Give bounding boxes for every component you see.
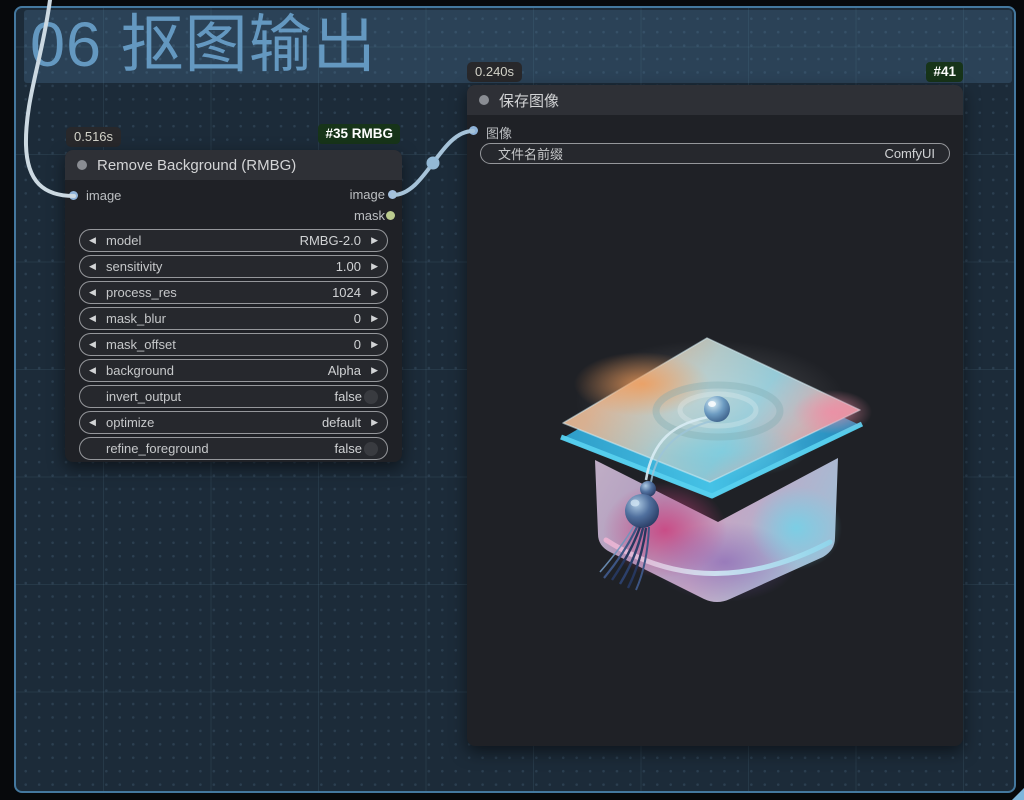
combo-prev-icon[interactable]: ◀ xyxy=(89,365,100,376)
widget-value: Alpha xyxy=(327,363,361,378)
toggle-knob-icon[interactable] xyxy=(364,441,378,456)
combo-prev-icon[interactable]: ◀ xyxy=(89,339,100,350)
combo-prev-icon[interactable]: ◀ xyxy=(89,235,100,246)
save-id-badge: #41 xyxy=(926,62,963,82)
save-node-header[interactable]: 保存图像 xyxy=(467,85,963,115)
widget-label: mask_blur xyxy=(106,311,166,326)
widget-value: false xyxy=(334,441,362,456)
input-label-image: image xyxy=(86,188,122,203)
rmbg-timing-tag: 0.516s xyxy=(66,127,122,147)
combo-prev-icon[interactable]: ◀ xyxy=(89,287,100,298)
widget-label: mask_offset xyxy=(106,337,176,352)
rmbg-node-title: Remove Background (RMBG) xyxy=(97,156,297,174)
widget-value: ComfyUI xyxy=(884,146,935,161)
widget-invert-output[interactable]: invert_output false xyxy=(79,385,388,408)
node-save-image[interactable]: 保存图像 图像 文件名前缀 ComfyUI xyxy=(467,85,963,746)
collapse-dot-icon[interactable] xyxy=(77,160,87,170)
widget-optimize[interactable]: ◀ optimize default ▶ xyxy=(79,411,388,434)
input-port-image[interactable] xyxy=(469,126,478,135)
combo-next-icon[interactable]: ▶ xyxy=(367,365,378,376)
widget-label: invert_output xyxy=(106,389,182,404)
widget-value: RMBG-2.0 xyxy=(299,233,361,248)
widget-label: refine_foreground xyxy=(106,441,209,456)
widget-refine-foreground[interactable]: refine_foreground false xyxy=(79,437,388,460)
image-preview-graduation-cap xyxy=(560,337,872,602)
combo-prev-icon[interactable]: ◀ xyxy=(89,417,100,428)
combo-next-icon[interactable]: ▶ xyxy=(367,417,378,428)
group-title: 06 抠图输出 xyxy=(30,10,377,80)
node-remove-background[interactable]: Remove Background (RMBG) image image mas… xyxy=(65,150,402,462)
widget-sensitivity[interactable]: ◀ sensitivity 1.00 ▶ xyxy=(79,255,388,278)
widget-background[interactable]: ◀ background Alpha ▶ xyxy=(79,359,388,382)
widget-mask-offset[interactable]: ◀ mask_offset 0 ▶ xyxy=(79,333,388,356)
combo-next-icon[interactable]: ▶ xyxy=(367,313,378,324)
combo-next-icon[interactable]: ▶ xyxy=(367,339,378,350)
combo-next-icon[interactable]: ▶ xyxy=(367,235,378,246)
widget-value: false xyxy=(334,389,362,404)
save-timing-tag: 0.240s xyxy=(467,62,523,82)
widget-label: 文件名前缀 xyxy=(498,147,564,162)
output-port-mask[interactable] xyxy=(386,211,395,220)
widget-label: process_res xyxy=(106,285,177,300)
toggle-knob-icon[interactable] xyxy=(364,389,378,404)
save-node-title: 保存图像 xyxy=(499,92,560,110)
widget-label: model xyxy=(106,233,142,248)
combo-next-icon[interactable]: ▶ xyxy=(367,261,378,272)
output-label-mask: mask xyxy=(353,208,385,223)
workflow-canvas[interactable]: 06 抠图输出 0.516s #35 RMBG Remove Backgroun… xyxy=(0,0,1024,800)
input-label-image: 图像 xyxy=(486,126,513,141)
widget-model[interactable]: ◀ model RMBG-2.0 ▶ xyxy=(79,229,388,252)
rmbg-node-header[interactable]: Remove Background (RMBG) xyxy=(65,150,402,180)
widget-value: 1024 xyxy=(332,285,361,300)
canvas-corner-grip[interactable] xyxy=(1012,780,1024,800)
output-label-image: image xyxy=(349,187,385,202)
widget-value: 1.00 xyxy=(335,259,361,274)
rmbg-id-badge: #35 RMBG xyxy=(318,124,400,144)
combo-prev-icon[interactable]: ◀ xyxy=(89,261,100,272)
widget-label: background xyxy=(106,363,174,378)
output-port-image[interactable] xyxy=(388,190,397,199)
widget-label: optimize xyxy=(106,415,155,430)
combo-prev-icon[interactable]: ◀ xyxy=(89,313,100,324)
widget-value: default xyxy=(321,415,361,430)
combo-next-icon[interactable]: ▶ xyxy=(367,287,378,298)
widget-value: 0 xyxy=(353,337,361,352)
widget-process-res[interactable]: ◀ process_res 1024 ▶ xyxy=(79,281,388,304)
widget-value: 0 xyxy=(353,311,361,326)
widget-filename-prefix[interactable]: 文件名前缀 ComfyUI xyxy=(480,143,950,164)
input-port-image[interactable] xyxy=(69,191,78,200)
collapse-dot-icon[interactable] xyxy=(479,95,489,105)
widget-label: sensitivity xyxy=(106,259,163,274)
widget-mask-blur[interactable]: ◀ mask_blur 0 ▶ xyxy=(79,307,388,330)
rmbg-widgets: ◀ model RMBG-2.0 ▶ ◀ sensitivity 1.00 ▶ … xyxy=(65,229,402,463)
